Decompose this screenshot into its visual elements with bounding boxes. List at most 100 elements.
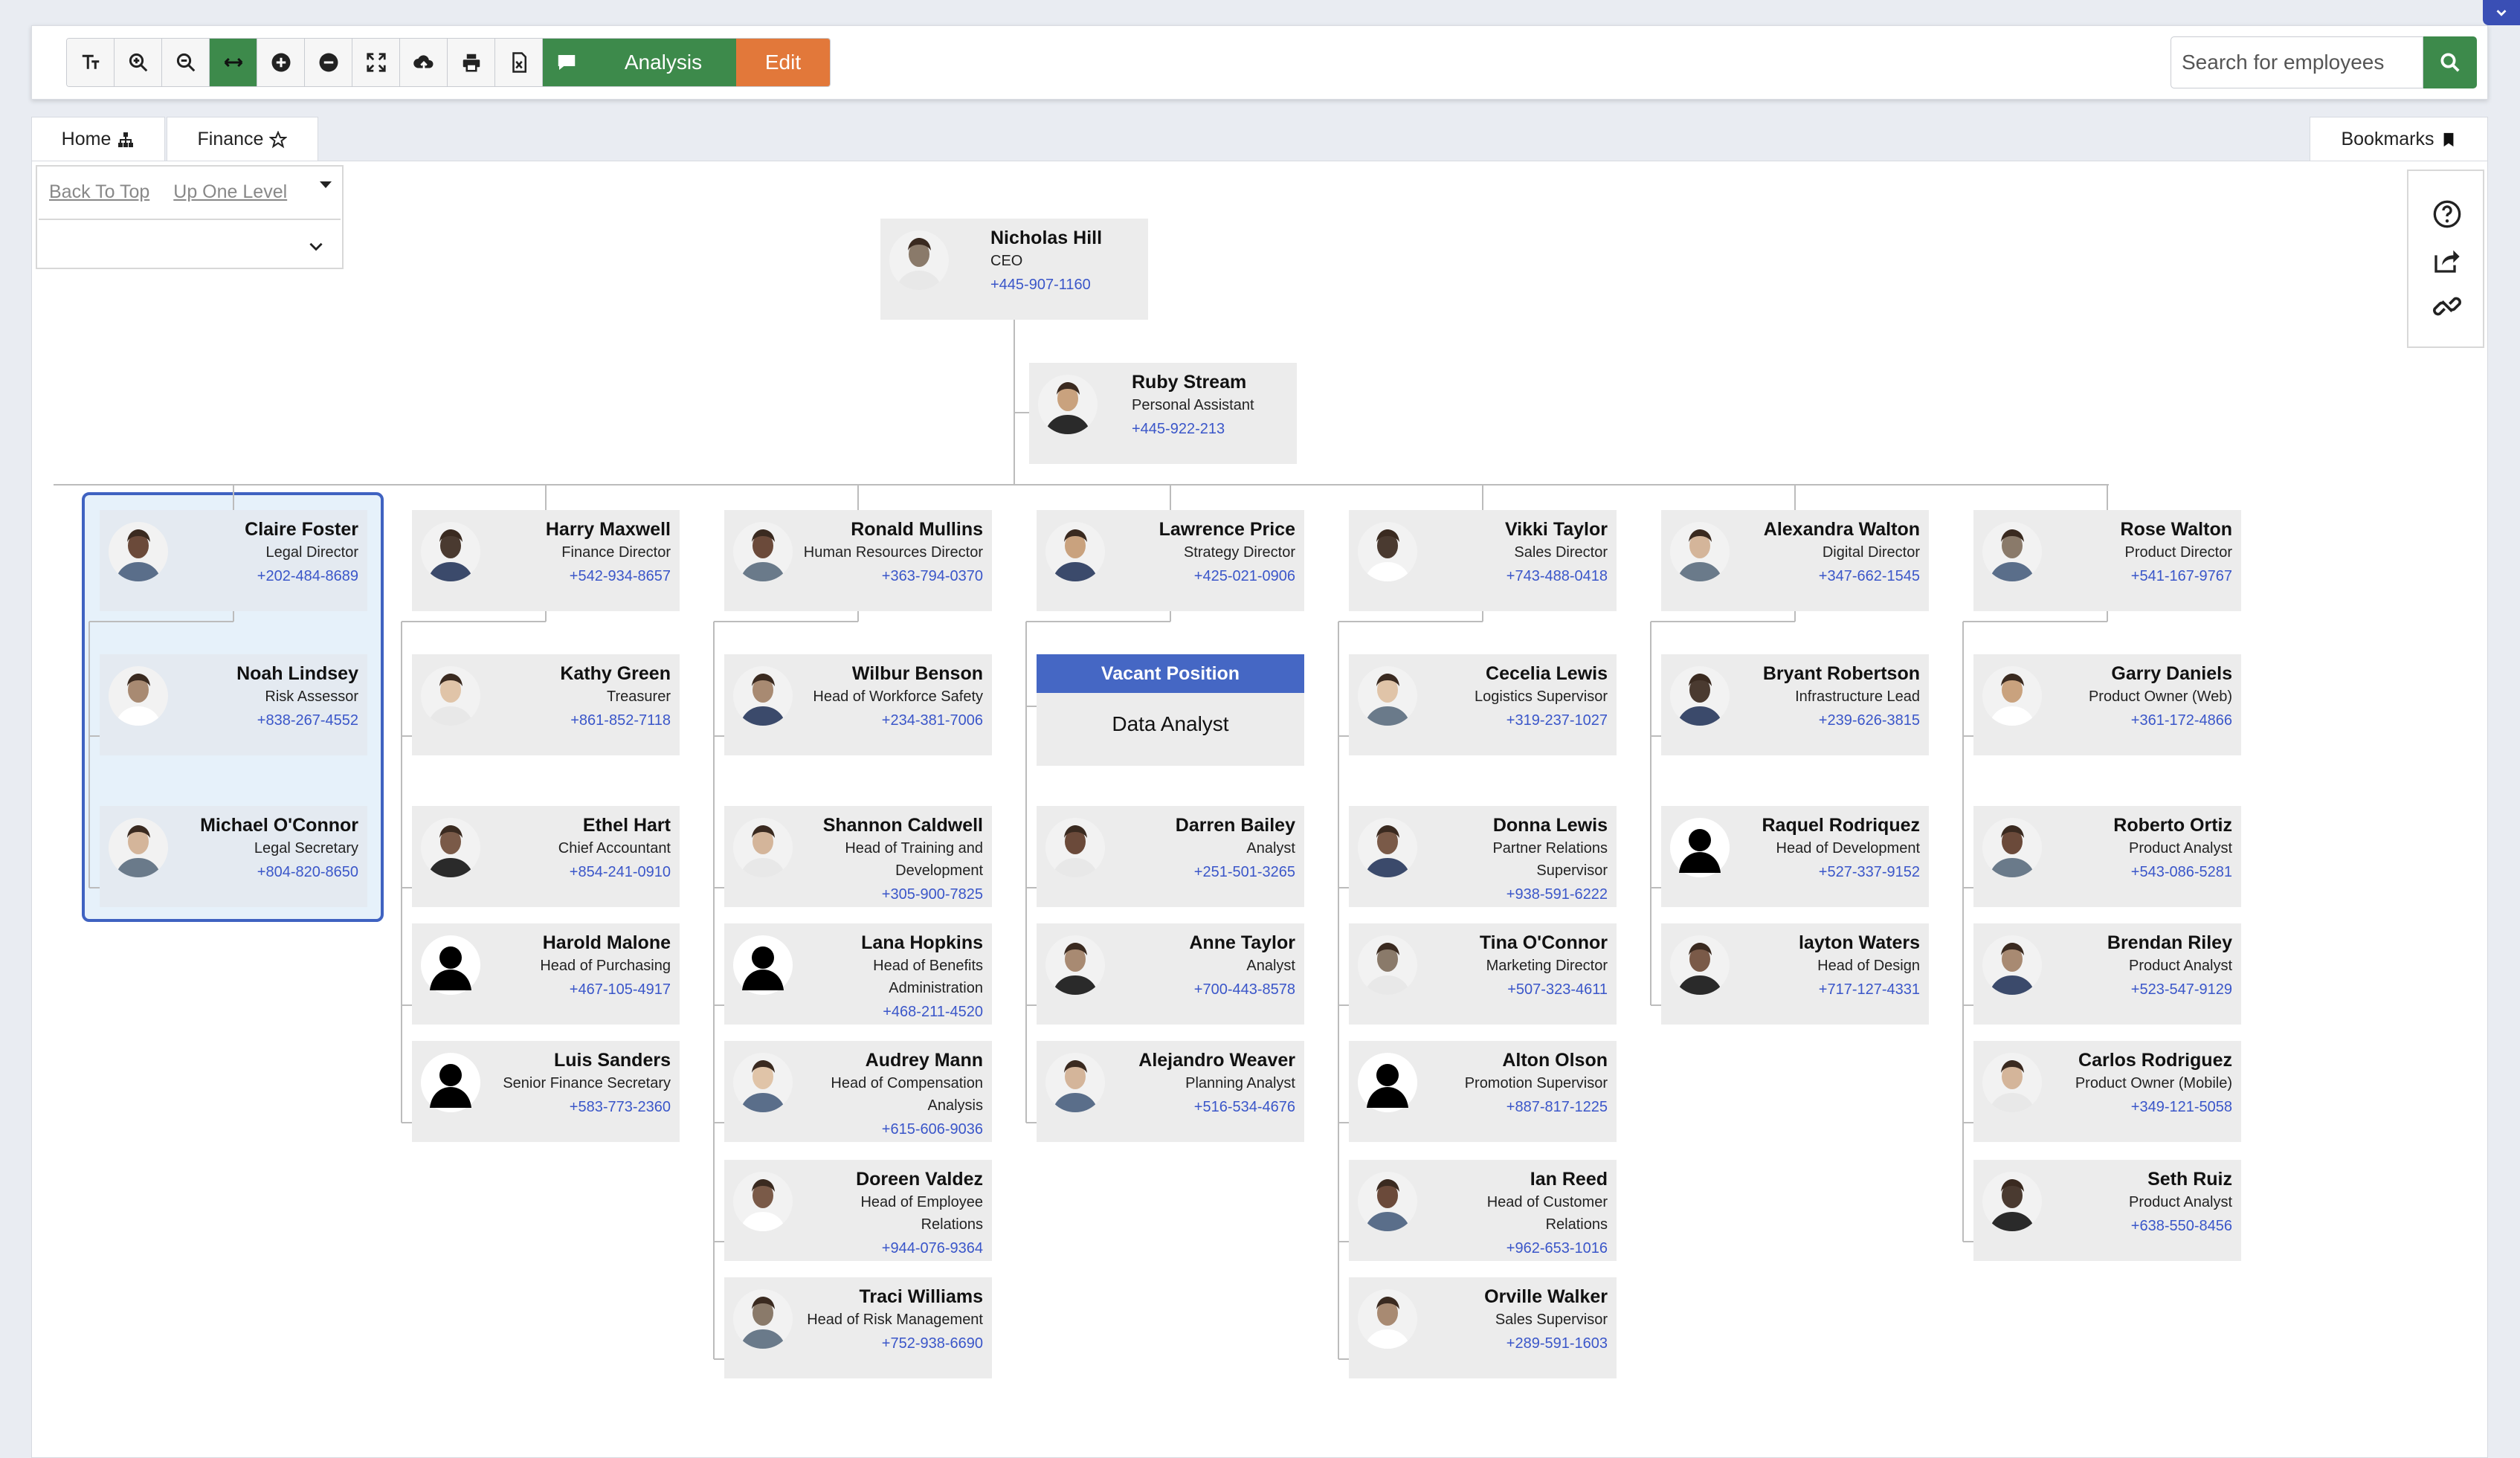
employee-phone-link[interactable]: +804-820-8650 [173, 859, 358, 885]
employee-card[interactable]: Ethel Hart Chief Accountant +854-241-0910 [412, 806, 680, 907]
avatar[interactable] [733, 1289, 793, 1349]
employee-card[interactable]: Lawrence Price Strategy Director +425-021-… [1037, 510, 1304, 611]
employee-phone-link[interactable]: +363-794-0370 [797, 564, 983, 589]
employee-card[interactable]: Claire Foster Legal Director +202-484-8689 [100, 510, 367, 611]
employee-phone-link[interactable]: +251-501-3265 [1109, 859, 1295, 885]
employee-phone-link[interactable]: +361-172-4866 [2046, 708, 2232, 733]
avatar[interactable] [1045, 935, 1105, 995]
avatar[interactable] [109, 666, 168, 726]
employee-phone-link[interactable]: +319-237-1027 [1422, 708, 1608, 733]
avatar[interactable] [421, 522, 480, 581]
employee-phone-link[interactable]: +543-086-5281 [2046, 859, 2232, 885]
employee-card[interactable]: Audrey Mann Head of Compensation Analysis… [724, 1041, 992, 1142]
employee-phone-link[interactable]: +717-127-4331 [1734, 977, 1920, 1002]
employee-phone-link[interactable]: +743-488-0418 [1422, 564, 1608, 589]
avatar[interactable] [1358, 1053, 1417, 1112]
avatar[interactable] [1670, 666, 1730, 726]
avatar[interactable] [1982, 666, 2042, 726]
employee-phone-link[interactable]: +425-021-0906 [1109, 564, 1295, 589]
employee-card[interactable]: Roberto Ortiz Product Analyst +543-086-528… [1973, 806, 2241, 907]
avatar[interactable] [109, 818, 168, 877]
employee-phone-link[interactable]: +445-922-213 [1132, 416, 1288, 442]
employee-card[interactable]: Luis Sanders Senior Finance Secretary +583… [412, 1041, 680, 1142]
employee-card[interactable]: Raquel Rodriquez Head of Development +527-… [1661, 806, 1929, 907]
employee-card[interactable]: Doreen Valdez Head of Employee Relations +… [724, 1160, 992, 1261]
employee-card[interactable]: Ruby Stream Personal Assistant +445-922-21… [1029, 363, 1297, 464]
avatar[interactable] [1045, 818, 1105, 877]
employee-card[interactable]: Cecelia Lewis Logistics Supervisor +319-23… [1349, 654, 1617, 755]
employee-card[interactable]: Shannon Caldwell Head of Training and Dev… [724, 806, 992, 907]
employee-card[interactable]: Anne Taylor Analyst +700-443-8578 [1037, 923, 1304, 1025]
avatar[interactable] [421, 818, 480, 877]
employee-phone-link[interactable]: +854-241-0910 [485, 859, 671, 885]
employee-card[interactable]: Noah Lindsey Risk Assessor +838-267-4552 [100, 654, 367, 755]
employee-card[interactable]: Orville Walker Sales Supervisor +289-591-1… [1349, 1277, 1617, 1378]
employee-phone-link[interactable]: +239-626-3815 [1734, 708, 1920, 733]
employee-card[interactable]: Harold Malone Head of Purchasing +467-105-… [412, 923, 680, 1025]
employee-phone-link[interactable]: +349-121-5058 [2046, 1094, 2232, 1120]
avatar[interactable] [733, 818, 793, 877]
employee-card[interactable]: Brendan Riley Product Analyst +523-547-912… [1973, 923, 2241, 1025]
employee-phone-link[interactable]: +752-938-6690 [797, 1331, 983, 1356]
employee-phone-link[interactable]: +962-653-1016 [1422, 1236, 1608, 1261]
employee-phone-link[interactable]: +289-591-1603 [1422, 1331, 1608, 1356]
employee-phone-link[interactable]: +445-907-1160 [990, 272, 1139, 297]
employee-card[interactable]: Rose Walton Product Director +541-167-9767 [1973, 510, 2241, 611]
avatar[interactable] [1038, 375, 1098, 434]
employee-phone-link[interactable]: +347-662-1545 [1734, 564, 1920, 589]
avatar[interactable] [733, 1053, 793, 1112]
employee-card[interactable]: Alexandra Walton Digital Director +347-662… [1661, 510, 1929, 611]
employee-phone-link[interactable]: +944-076-9364 [797, 1236, 983, 1261]
employee-card[interactable]: Bryant Robertson Infrastructure Lead +239-… [1661, 654, 1929, 755]
employee-phone-link[interactable]: +507-323-4611 [1422, 977, 1608, 1002]
vacant-position-card[interactable]: Vacant Position Data Analyst [1037, 654, 1304, 766]
employee-phone-link[interactable]: +615-606-9036 [797, 1117, 983, 1142]
employee-phone-link[interactable]: +861-852-7118 [485, 708, 671, 733]
avatar[interactable] [421, 1053, 480, 1112]
employee-phone-link[interactable]: +523-547-9129 [2046, 977, 2232, 1002]
employee-card[interactable]: Donna Lewis Partner Relations Supervisor +… [1349, 806, 1617, 907]
employee-phone-link[interactable]: +838-267-4552 [173, 708, 358, 733]
employee-card[interactable]: layton Waters Head of Design +717-127-4331 [1661, 923, 1929, 1025]
employee-phone-link[interactable]: +305-900-7825 [797, 882, 983, 907]
employee-phone-link[interactable]: +467-105-4917 [485, 977, 671, 1002]
avatar[interactable] [1670, 818, 1730, 877]
avatar[interactable] [1045, 1053, 1105, 1112]
employee-card[interactable]: Harry Maxwell Finance Director +542-934-86… [412, 510, 680, 611]
employee-card[interactable]: Vikki Taylor Sales Director +743-488-0418 [1349, 510, 1617, 611]
employee-card[interactable]: Tina O'Connor Marketing Director +507-323-… [1349, 923, 1617, 1025]
employee-phone-link[interactable]: +700-443-8578 [1109, 977, 1295, 1002]
employee-card[interactable]: Nicholas Hill CEO +445-907-1160 [880, 219, 1148, 320]
avatar[interactable] [1358, 1289, 1417, 1349]
employee-card[interactable]: Seth Ruiz Product Analyst +638-550-8456 [1973, 1160, 2241, 1261]
employee-card[interactable]: Garry Daniels Product Owner (Web) +361-172… [1973, 654, 2241, 755]
avatar[interactable] [1982, 1053, 2042, 1112]
employee-card[interactable]: Lana Hopkins Head of Benefits Administrat… [724, 923, 992, 1025]
avatar[interactable] [733, 522, 793, 581]
avatar[interactable] [1358, 818, 1417, 877]
avatar[interactable] [1358, 935, 1417, 995]
employee-phone-link[interactable]: +234-381-7006 [797, 708, 983, 733]
employee-phone-link[interactable]: +527-337-9152 [1734, 859, 1920, 885]
avatar[interactable] [1982, 522, 2042, 581]
avatar[interactable] [1982, 1172, 2042, 1231]
avatar[interactable] [1982, 935, 2042, 995]
avatar[interactable] [109, 522, 168, 581]
employee-card[interactable]: Alton Olson Promotion Supervisor +887-817-… [1349, 1041, 1617, 1142]
avatar[interactable] [1358, 522, 1417, 581]
avatar[interactable] [1670, 935, 1730, 995]
employee-card[interactable]: Ian Reed Head of Customer Relations +962-6… [1349, 1160, 1617, 1261]
employee-phone-link[interactable]: +638-550-8456 [2046, 1213, 2232, 1239]
employee-card[interactable]: Kathy Green Treasurer +861-852-7118 [412, 654, 680, 755]
employee-phone-link[interactable]: +542-934-8657 [485, 564, 671, 589]
employee-phone-link[interactable]: +516-534-4676 [1109, 1094, 1295, 1120]
avatar[interactable] [421, 666, 480, 726]
avatar[interactable] [421, 935, 480, 995]
employee-card[interactable]: Michael O'Connor Legal Secretary +804-820-… [100, 806, 367, 907]
employee-card[interactable]: Darren Bailey Analyst +251-501-3265 [1037, 806, 1304, 907]
avatar[interactable] [1982, 818, 2042, 877]
employee-phone-link[interactable]: +202-484-8689 [173, 564, 358, 589]
employee-phone-link[interactable]: +541-167-9767 [2046, 564, 2232, 589]
avatar[interactable] [1358, 1172, 1417, 1231]
avatar[interactable] [1358, 666, 1417, 726]
